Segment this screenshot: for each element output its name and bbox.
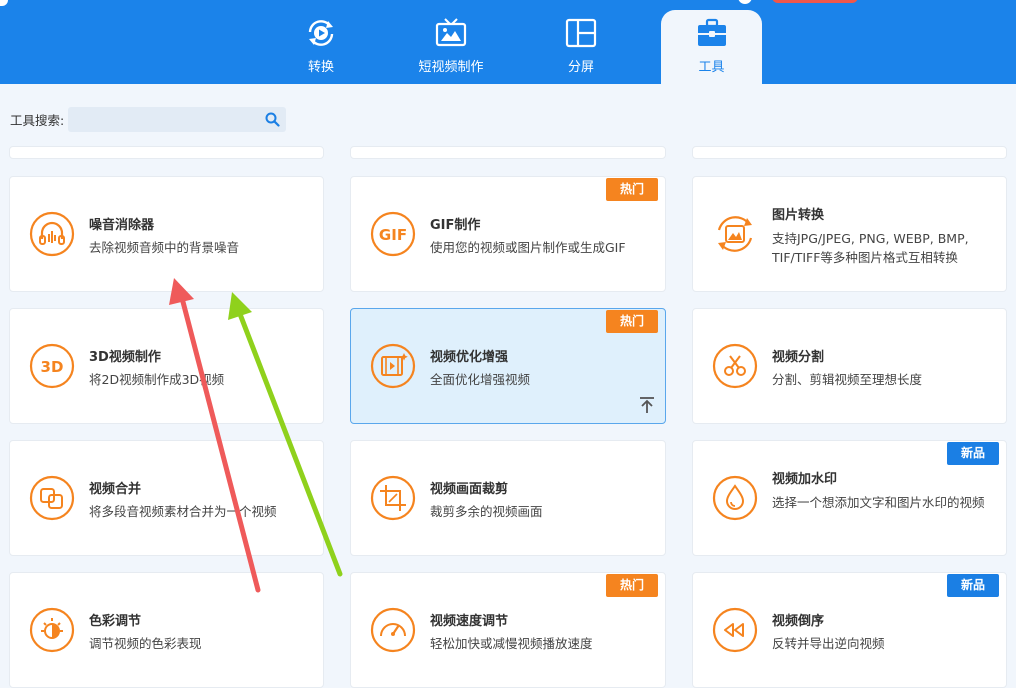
- tool-card-video-speed[interactable]: 热门 视频速度调节 轻松加快或减慢视频播放速度: [350, 572, 666, 688]
- tab-label: 短视频制作: [418, 60, 484, 75]
- avatar[interactable]: [738, 0, 752, 4]
- tool-card-video-crop[interactable]: 视频画面裁剪 裁剪多余的视频画面: [350, 440, 666, 556]
- speed-icon: [370, 607, 416, 653]
- image-convert-icon: [717, 216, 753, 252]
- tool-card-watermark[interactable]: 新品 视频加水印 选择一个想添加文字和图片水印的视频: [692, 440, 1007, 556]
- tool-title: 视频分割: [772, 350, 825, 365]
- new-badge: 新品: [947, 574, 999, 597]
- tab-label: 分屏: [567, 60, 594, 75]
- tool-desc: 选择一个想添加文字和图片水印的视频: [772, 495, 985, 510]
- tool-desc: 支持JPG/JPEG, PNG, WEBP, BMP, TIF/TIFF等多种图…: [772, 231, 969, 265]
- tool-card-video-reverse[interactable]: 新品 视频倒序 反转并导出逆向视频: [692, 572, 1007, 688]
- split-screen-icon: [565, 18, 597, 48]
- tool-card-color-adjust[interactable]: 色彩调节 调节视频的色彩表现: [9, 572, 324, 688]
- tool-card-video-merge[interactable]: 视频合并 将多段音视频素材合并为一个视频: [9, 440, 324, 556]
- pin-to-top-icon[interactable]: [638, 396, 656, 414]
- watermark-icon: [712, 475, 758, 521]
- tool-title: 色彩调节: [89, 614, 142, 629]
- svg-text:3D: 3D: [41, 358, 64, 376]
- tool-desc: 全面优化增强视频: [430, 372, 531, 387]
- tool-desc: 将2D视频制作成3D视频: [89, 372, 225, 387]
- tab-tools[interactable]: 工具: [661, 10, 762, 84]
- tool-card-video-split[interactable]: 视频分割 分割、剪辑视频至理想长度: [692, 308, 1007, 424]
- tool-card-image-convert[interactable]: 图片转换 支持JPG/JPEG, PNG, WEBP, BMP, TIF/TIF…: [692, 176, 1007, 292]
- tool-title: 图片转换: [772, 208, 825, 223]
- tool-desc: 调节视频的色彩表现: [89, 636, 202, 651]
- tool-title: 视频画面裁剪: [430, 482, 509, 497]
- tool-desc: 反转并导出逆向视频: [772, 636, 885, 651]
- tool-desc: 去除视频音频中的背景噪音: [89, 240, 240, 255]
- tv-icon: [435, 18, 467, 47]
- toolbox-icon: [697, 18, 726, 46]
- tool-card-video-enhance[interactable]: 热门 视频优化增强 全面优化增强视频: [350, 308, 666, 424]
- tool-title: 视频加水印: [772, 472, 838, 487]
- tool-title: 视频倒序: [772, 614, 825, 629]
- tool-desc: 裁剪多余的视频画面: [430, 504, 543, 519]
- hot-badge: 热门: [606, 574, 658, 597]
- tool-desc: 轻松加快或减慢视频播放速度: [430, 636, 593, 651]
- tool-desc: 使用您的视频或图片制作或生成GIF: [430, 240, 626, 255]
- window-edge-control: [0, 0, 8, 6]
- search-label: 工具搜索:: [10, 112, 65, 128]
- reverse-icon: [712, 607, 758, 653]
- convert-icon: [308, 20, 334, 46]
- tool-title: 噪音消除器: [89, 218, 155, 233]
- noise-reduction-icon: [29, 211, 75, 257]
- tool-desc: 将多段音视频素材合并为一个视频: [89, 504, 277, 519]
- tool-desc: 分割、剪辑视频至理想长度: [772, 372, 923, 387]
- crop-icon: [370, 475, 416, 521]
- tool-card-gif[interactable]: 热门 GIF GIF制作 使用您的视频或图片制作或生成GIF: [350, 176, 666, 292]
- color-adjust-icon: [29, 607, 75, 653]
- search-row: 工具搜索:: [10, 106, 287, 132]
- tab-short-video[interactable]: 短视频制作: [410, 10, 492, 84]
- merge-icon: [29, 475, 75, 521]
- tool-card-3d-video[interactable]: 3D 3D视频制作 将2D视频制作成3D视频: [9, 308, 324, 424]
- tab-label: 工具: [698, 60, 725, 75]
- gif-icon: GIF: [370, 211, 416, 257]
- tool-title: 视频合并: [89, 482, 142, 497]
- search-input[interactable]: [68, 106, 271, 130]
- tab-label: 转换: [307, 60, 334, 75]
- top-navigation-bar: 转换 短视频制作 分屏 工具: [0, 0, 1016, 84]
- tool-title: GIF制作: [430, 218, 481, 233]
- tab-split-screen[interactable]: 分屏: [550, 10, 612, 84]
- search-box[interactable]: [68, 106, 287, 132]
- tool-title: 视频速度调节: [430, 614, 509, 629]
- tool-title: 视频优化增强: [430, 350, 509, 365]
- svg-text:GIF: GIF: [379, 226, 407, 244]
- tool-card-partial[interactable]: [692, 146, 1007, 159]
- tool-card-noise-reduction[interactable]: 噪音消除器 去除视频音频中的背景噪音: [9, 176, 324, 292]
- new-badge: 新品: [947, 442, 999, 465]
- hot-badge: 热门: [606, 310, 658, 333]
- search-icon[interactable]: [265, 112, 280, 127]
- 3d-icon: 3D: [29, 343, 75, 389]
- tool-title: 3D视频制作: [89, 350, 161, 365]
- hot-badge: 热门: [606, 178, 658, 201]
- tab-convert[interactable]: 转换: [290, 10, 352, 84]
- tool-card-partial[interactable]: [9, 146, 324, 159]
- promo-button[interactable]: [772, 0, 858, 3]
- video-enhance-icon: [370, 343, 416, 389]
- tool-card-partial[interactable]: [350, 146, 666, 159]
- scissors-icon: [712, 343, 758, 389]
